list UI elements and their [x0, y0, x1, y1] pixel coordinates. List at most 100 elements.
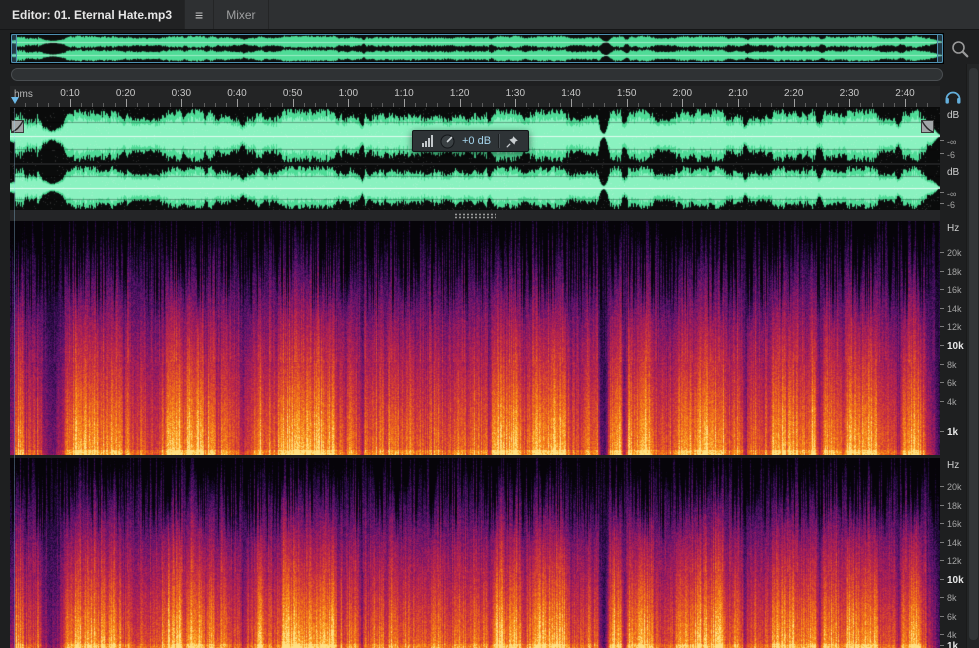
ruler-tick	[882, 103, 884, 107]
ruler-tick	[259, 103, 261, 107]
ruler-time-label: 1:50	[616, 88, 637, 99]
frequency-tick-label: 6k	[947, 612, 957, 622]
panel-tab-bar: Editor: 01. Eternal Hate.mp3 ≡ Mixer	[0, 0, 979, 30]
pin-button[interactable]	[506, 135, 519, 148]
tab-editor[interactable]: Editor: 01. Eternal Hate.mp3	[0, 0, 186, 29]
playhead-marker[interactable]	[11, 97, 19, 104]
frequency-tick	[940, 523, 944, 524]
ruler-tick	[637, 103, 639, 107]
frequency-tick-label: 18k	[947, 267, 962, 277]
frequency-tick-label: 4k	[947, 397, 957, 407]
ruler-tick	[660, 103, 662, 107]
tab-mixer[interactable]: Mixer	[214, 0, 269, 29]
gain-value: +0 dB	[462, 135, 492, 147]
ruler-tick	[114, 103, 116, 107]
ruler-tick	[136, 103, 138, 107]
ruler-tick	[626, 99, 628, 107]
spectral-channel-left[interactable]	[10, 221, 940, 455]
ruler-tick	[493, 103, 495, 107]
ruler-tick	[804, 103, 806, 107]
ruler-tick	[693, 103, 695, 107]
splitter-grip[interactable]	[454, 213, 496, 219]
amplitude-scale-left: dB -∞ -6	[940, 108, 966, 163]
ruler-tick	[771, 103, 773, 107]
ruler-tick	[827, 103, 829, 107]
amplitude-unit-label: dB	[947, 167, 960, 178]
ruler-time-label: 0:30	[171, 88, 192, 99]
zoom-navigator-button[interactable]	[948, 36, 972, 62]
ruler-tick	[292, 99, 294, 107]
frequency-tick	[940, 597, 944, 598]
ruler-tick	[314, 103, 316, 107]
ruler-tick	[715, 103, 717, 107]
ruler-time-label: 1:20	[449, 88, 470, 99]
ruler-tick	[760, 103, 762, 107]
ruler-tick	[225, 103, 227, 107]
spectrogram-canvas-right[interactable]	[10, 458, 940, 648]
frequency-tick-label: 1k	[947, 641, 959, 648]
horizontal-zoom-scrollbar[interactable]	[10, 64, 944, 86]
amplitude-tick-label: -6	[947, 199, 956, 210]
ruler-tick	[459, 99, 461, 107]
level-meter-icon	[422, 135, 433, 147]
tab-editor-label: Editor: 01. Eternal Hate.mp3	[12, 7, 173, 22]
waveform-channel-right[interactable]	[10, 165, 940, 210]
frequency-tick-label: 12k	[947, 556, 962, 566]
frequency-tick-label: 10k	[947, 575, 964, 586]
ruler-ticks: 0:10 0:20 0:30 0:40 0:50 1:00 1:10 1:20 1:30 1:40…	[10, 86, 940, 107]
playhead-line	[14, 108, 15, 648]
ruler-tick	[92, 103, 94, 107]
gain-knob[interactable]	[440, 134, 455, 149]
frequency-tick	[940, 616, 944, 617]
frequency-tick-label: 20k	[947, 482, 962, 492]
ruler-time-label: 0:50	[282, 88, 303, 99]
monitor-button[interactable]	[941, 86, 965, 108]
ruler-tick	[838, 103, 840, 107]
vertical-scrollbar[interactable]	[966, 64, 979, 648]
ruler-tick	[582, 103, 584, 107]
ruler-tick	[392, 103, 394, 107]
ruler-tick	[548, 103, 550, 107]
ruler-tick	[648, 103, 650, 107]
ruler-tick	[515, 99, 517, 107]
fade-out-handle[interactable]	[921, 120, 934, 133]
frequency-scale-right: Hz 20k 18k 16k 14k 12k 10k 8k 6k 4k 1k	[940, 458, 966, 648]
frequency-unit-label: Hz	[947, 460, 960, 471]
fade-in-handle[interactable]	[11, 120, 24, 133]
panel-menu-icon[interactable]: ≡	[185, 0, 215, 29]
timeline-ruler[interactable]: hms 0:10 0:20 0:30 0:40 0:50 1:00 1:10 1:20 1:30…	[10, 86, 940, 108]
ruler-tick	[370, 103, 372, 107]
frequency-tick	[940, 542, 944, 543]
ruler-tick	[58, 103, 60, 107]
frequency-tick-label: 8k	[947, 593, 957, 603]
frequency-tick	[940, 271, 944, 272]
ruler-tick	[860, 103, 862, 107]
frequency-tick-label: 8k	[947, 360, 957, 370]
ruler-tick	[571, 99, 572, 107]
channel-splitter[interactable]	[10, 210, 940, 221]
hscroll-thumb[interactable]	[11, 68, 943, 81]
navigator-handle-right[interactable]	[937, 34, 943, 63]
overview-waveform-canvas[interactable]	[11, 34, 943, 63]
spectrogram-canvas-left[interactable]	[10, 221, 940, 455]
ruler-tick	[236, 99, 238, 107]
amplitude-tick-label: -∞	[947, 136, 957, 147]
navigator-handle-left[interactable]	[11, 34, 17, 63]
ruler-tick	[849, 99, 851, 107]
frequency-tick	[940, 289, 944, 290]
volume-hud: +0 dB	[412, 130, 530, 152]
ruler-tick	[270, 103, 272, 107]
vscroll-thumb[interactable]	[969, 68, 978, 640]
frequency-tick	[940, 579, 944, 580]
ruler-tick	[749, 103, 751, 107]
amplitude-tick	[940, 202, 944, 204]
waveform-canvas-right[interactable]	[10, 165, 940, 210]
ruler-time-label: 2:10	[728, 88, 748, 99]
ruler-tick	[481, 103, 483, 107]
overview-navigator[interactable]	[10, 33, 944, 64]
frequency-tick-label: 10k	[947, 341, 964, 352]
ruler-tick	[682, 99, 684, 107]
ruler-tick	[905, 99, 907, 107]
spectral-channel-right[interactable]	[10, 458, 940, 648]
ruler-tick	[359, 103, 361, 107]
